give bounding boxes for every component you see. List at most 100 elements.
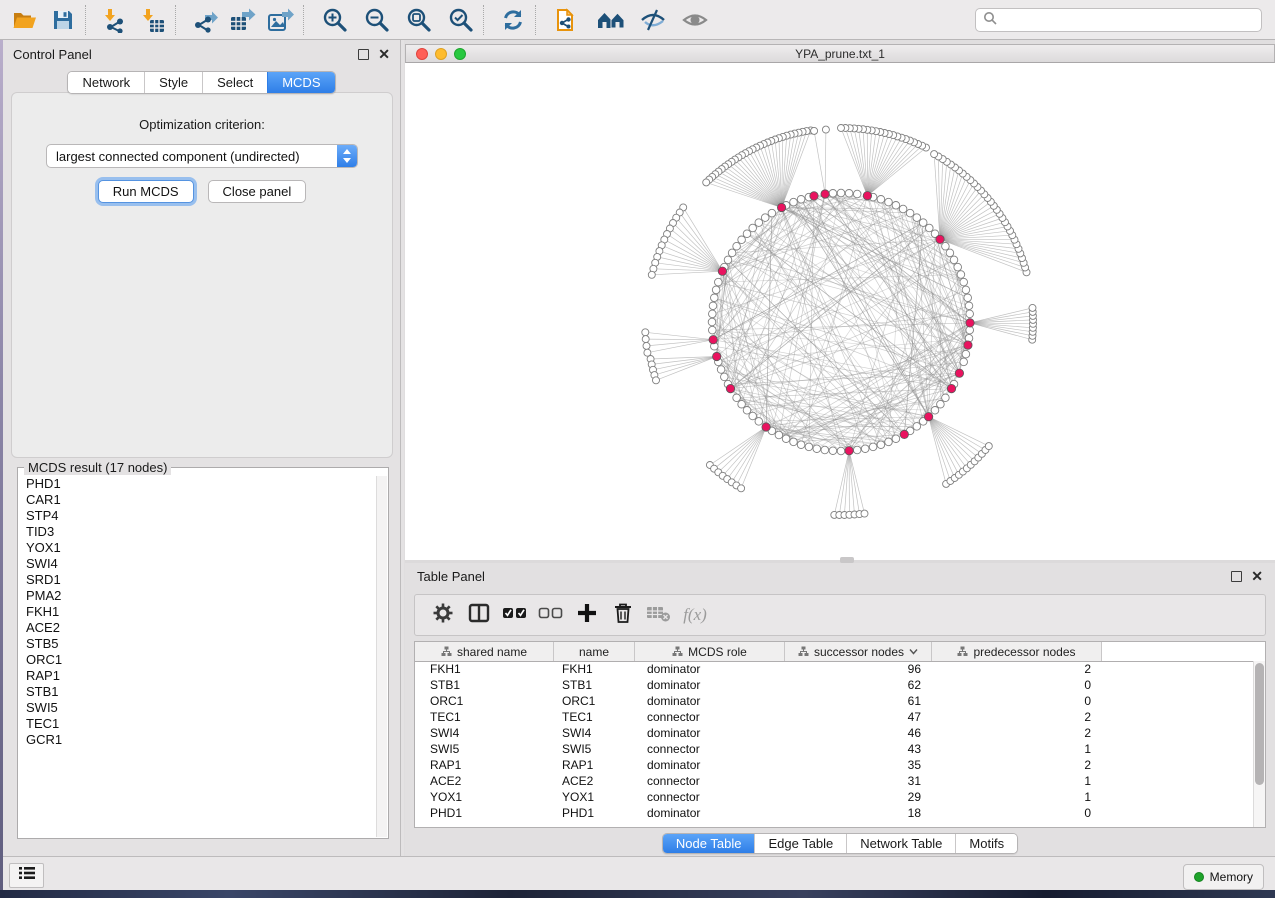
column-header-predecessor-nodes[interactable]: predecessor nodes xyxy=(932,642,1102,661)
tab-mcds[interactable]: MCDS xyxy=(267,72,334,93)
table-cell[interactable]: STB1 xyxy=(554,678,635,692)
homes-button[interactable] xyxy=(592,3,630,37)
show-eye-button[interactable] xyxy=(676,3,714,37)
search-box[interactable] xyxy=(975,8,1262,32)
table-cell[interactable]: 61 xyxy=(785,694,932,708)
table-row[interactable]: STB1STB1dominator620 xyxy=(415,677,1254,693)
close-panel-button[interactable]: Close panel xyxy=(208,180,307,203)
table-cell[interactable]: 1 xyxy=(932,790,1102,804)
float-table-panel-icon[interactable] xyxy=(1231,571,1242,582)
mcds-result-item[interactable]: STP4 xyxy=(19,508,377,524)
network-window-titlebar[interactable]: YPA_prune.txt_1 xyxy=(405,44,1275,63)
table-row[interactable]: RAP1RAP1dominator352 xyxy=(415,757,1254,773)
task-history-button[interactable] xyxy=(9,863,44,888)
table-cell[interactable]: PHD1 xyxy=(554,806,635,820)
tab-style[interactable]: Style xyxy=(144,72,202,93)
table-cell[interactable]: connector xyxy=(635,790,785,804)
mcds-result-item[interactable]: PMA2 xyxy=(19,588,377,604)
mcds-result-item[interactable]: SWI4 xyxy=(19,556,377,572)
table-cell[interactable]: FKH1 xyxy=(554,662,635,676)
zoom-in-button[interactable] xyxy=(316,3,354,37)
delete-column-button[interactable] xyxy=(605,598,641,632)
table-cell[interactable]: dominator xyxy=(635,726,785,740)
close-table-panel-icon[interactable]: ✕ xyxy=(1251,571,1263,581)
select-all-button[interactable] xyxy=(497,598,533,632)
table-row[interactable]: FKH1FKH1dominator962 xyxy=(415,661,1254,677)
table-row[interactable]: PHD1PHD1dominator180 xyxy=(415,805,1254,821)
table-row[interactable]: YOX1YOX1connector291 xyxy=(415,789,1254,805)
table-cell[interactable]: dominator xyxy=(635,806,785,820)
refresh-layout-button[interactable] xyxy=(494,3,532,37)
memory-button[interactable]: Memory xyxy=(1183,864,1264,890)
table-cell[interactable]: RAP1 xyxy=(554,758,635,772)
mcds-result-item[interactable]: STB5 xyxy=(19,636,377,652)
column-header-mcds-role[interactable]: MCDS role xyxy=(635,642,785,661)
table-cell[interactable]: SWI4 xyxy=(554,726,635,740)
table-cell[interactable]: 0 xyxy=(932,694,1102,708)
table-cell[interactable]: 96 xyxy=(785,662,932,676)
table-row[interactable]: ACE2ACE2connector311 xyxy=(415,773,1254,789)
table-cell[interactable]: 18 xyxy=(785,806,932,820)
tab-edge-table[interactable]: Edge Table xyxy=(754,834,846,853)
table-cell[interactable]: 47 xyxy=(785,710,932,724)
table-body[interactable]: FKH1FKH1dominator962STB1STB1dominator620… xyxy=(415,661,1254,827)
table-cell[interactable]: SWI5 xyxy=(554,742,635,756)
table-cell[interactable]: PHD1 xyxy=(415,806,554,820)
table-row[interactable]: SWI4SWI4dominator462 xyxy=(415,725,1254,741)
table-cell[interactable]: ACE2 xyxy=(415,774,554,788)
table-scrollbar-thumb[interactable] xyxy=(1255,663,1264,785)
table-cell[interactable]: TEC1 xyxy=(554,710,635,724)
table-cell[interactable]: SWI5 xyxy=(415,742,554,756)
table-cell[interactable]: dominator xyxy=(635,758,785,772)
deselect-all-button[interactable] xyxy=(533,598,569,632)
table-cell[interactable]: 31 xyxy=(785,774,932,788)
mcds-result-item[interactable]: CAR1 xyxy=(19,492,377,508)
export-image-button[interactable] xyxy=(262,3,300,37)
zoom-fit-button[interactable] xyxy=(400,3,438,37)
table-cell[interactable]: 35 xyxy=(785,758,932,772)
tab-motifs[interactable]: Motifs xyxy=(955,834,1017,853)
table-cell[interactable]: 2 xyxy=(932,758,1102,772)
table-cell[interactable]: 2 xyxy=(932,726,1102,740)
open-session-button[interactable] xyxy=(6,3,44,37)
run-mcds-button[interactable]: Run MCDS xyxy=(98,180,194,203)
table-cell[interactable]: 2 xyxy=(932,662,1102,676)
table-cell[interactable]: STB1 xyxy=(415,678,554,692)
table-cell[interactable]: ORC1 xyxy=(554,694,635,708)
table-row[interactable]: SWI5SWI5connector431 xyxy=(415,741,1254,757)
mcds-result-item[interactable]: YOX1 xyxy=(19,540,377,556)
tab-select[interactable]: Select xyxy=(202,72,267,93)
table-cell[interactable]: ACE2 xyxy=(554,774,635,788)
table-cell[interactable]: 43 xyxy=(785,742,932,756)
column-header-shared-name[interactable]: shared name xyxy=(415,642,554,661)
table-scrollbar[interactable] xyxy=(1253,661,1265,827)
tab-network-table[interactable]: Network Table xyxy=(846,834,955,853)
mcds-result-list[interactable]: PHD1CAR1STP4TID3YOX1SWI4SRD1PMA2FKH1ACE2… xyxy=(19,476,377,837)
table-cell[interactable]: ORC1 xyxy=(415,694,554,708)
show-column-panel-button[interactable] xyxy=(461,598,497,632)
table-cell[interactable]: 0 xyxy=(932,678,1102,692)
table-cell[interactable]: 62 xyxy=(785,678,932,692)
mcds-list-scrollbar[interactable] xyxy=(376,476,387,837)
table-cell[interactable]: TEC1 xyxy=(415,710,554,724)
mcds-result-item[interactable]: TEC1 xyxy=(19,716,377,732)
table-cell[interactable]: 1 xyxy=(932,742,1102,756)
column-header-name[interactable]: name xyxy=(554,642,635,661)
table-cell[interactable]: YOX1 xyxy=(554,790,635,804)
table-row[interactable]: TEC1TEC1connector472 xyxy=(415,709,1254,725)
table-cell[interactable]: dominator xyxy=(635,662,785,676)
close-panel-icon[interactable]: ✕ xyxy=(378,49,390,59)
export-table-button[interactable] xyxy=(224,3,262,37)
table-cell[interactable]: connector xyxy=(635,742,785,756)
table-cell[interactable]: RAP1 xyxy=(415,758,554,772)
table-settings-button[interactable] xyxy=(425,598,461,632)
mcds-result-item[interactable]: FKH1 xyxy=(19,604,377,620)
zoom-out-button[interactable] xyxy=(358,3,396,37)
table-cell[interactable]: 46 xyxy=(785,726,932,740)
table-cell[interactable]: SWI4 xyxy=(415,726,554,740)
table-cell[interactable]: connector xyxy=(635,774,785,788)
mcds-result-item[interactable]: SWI5 xyxy=(19,700,377,716)
import-network-button[interactable] xyxy=(96,3,134,37)
export-network-button[interactable] xyxy=(186,3,224,37)
optimization-criterion-dropdown[interactable]: largest connected component (undirected) xyxy=(46,144,358,168)
